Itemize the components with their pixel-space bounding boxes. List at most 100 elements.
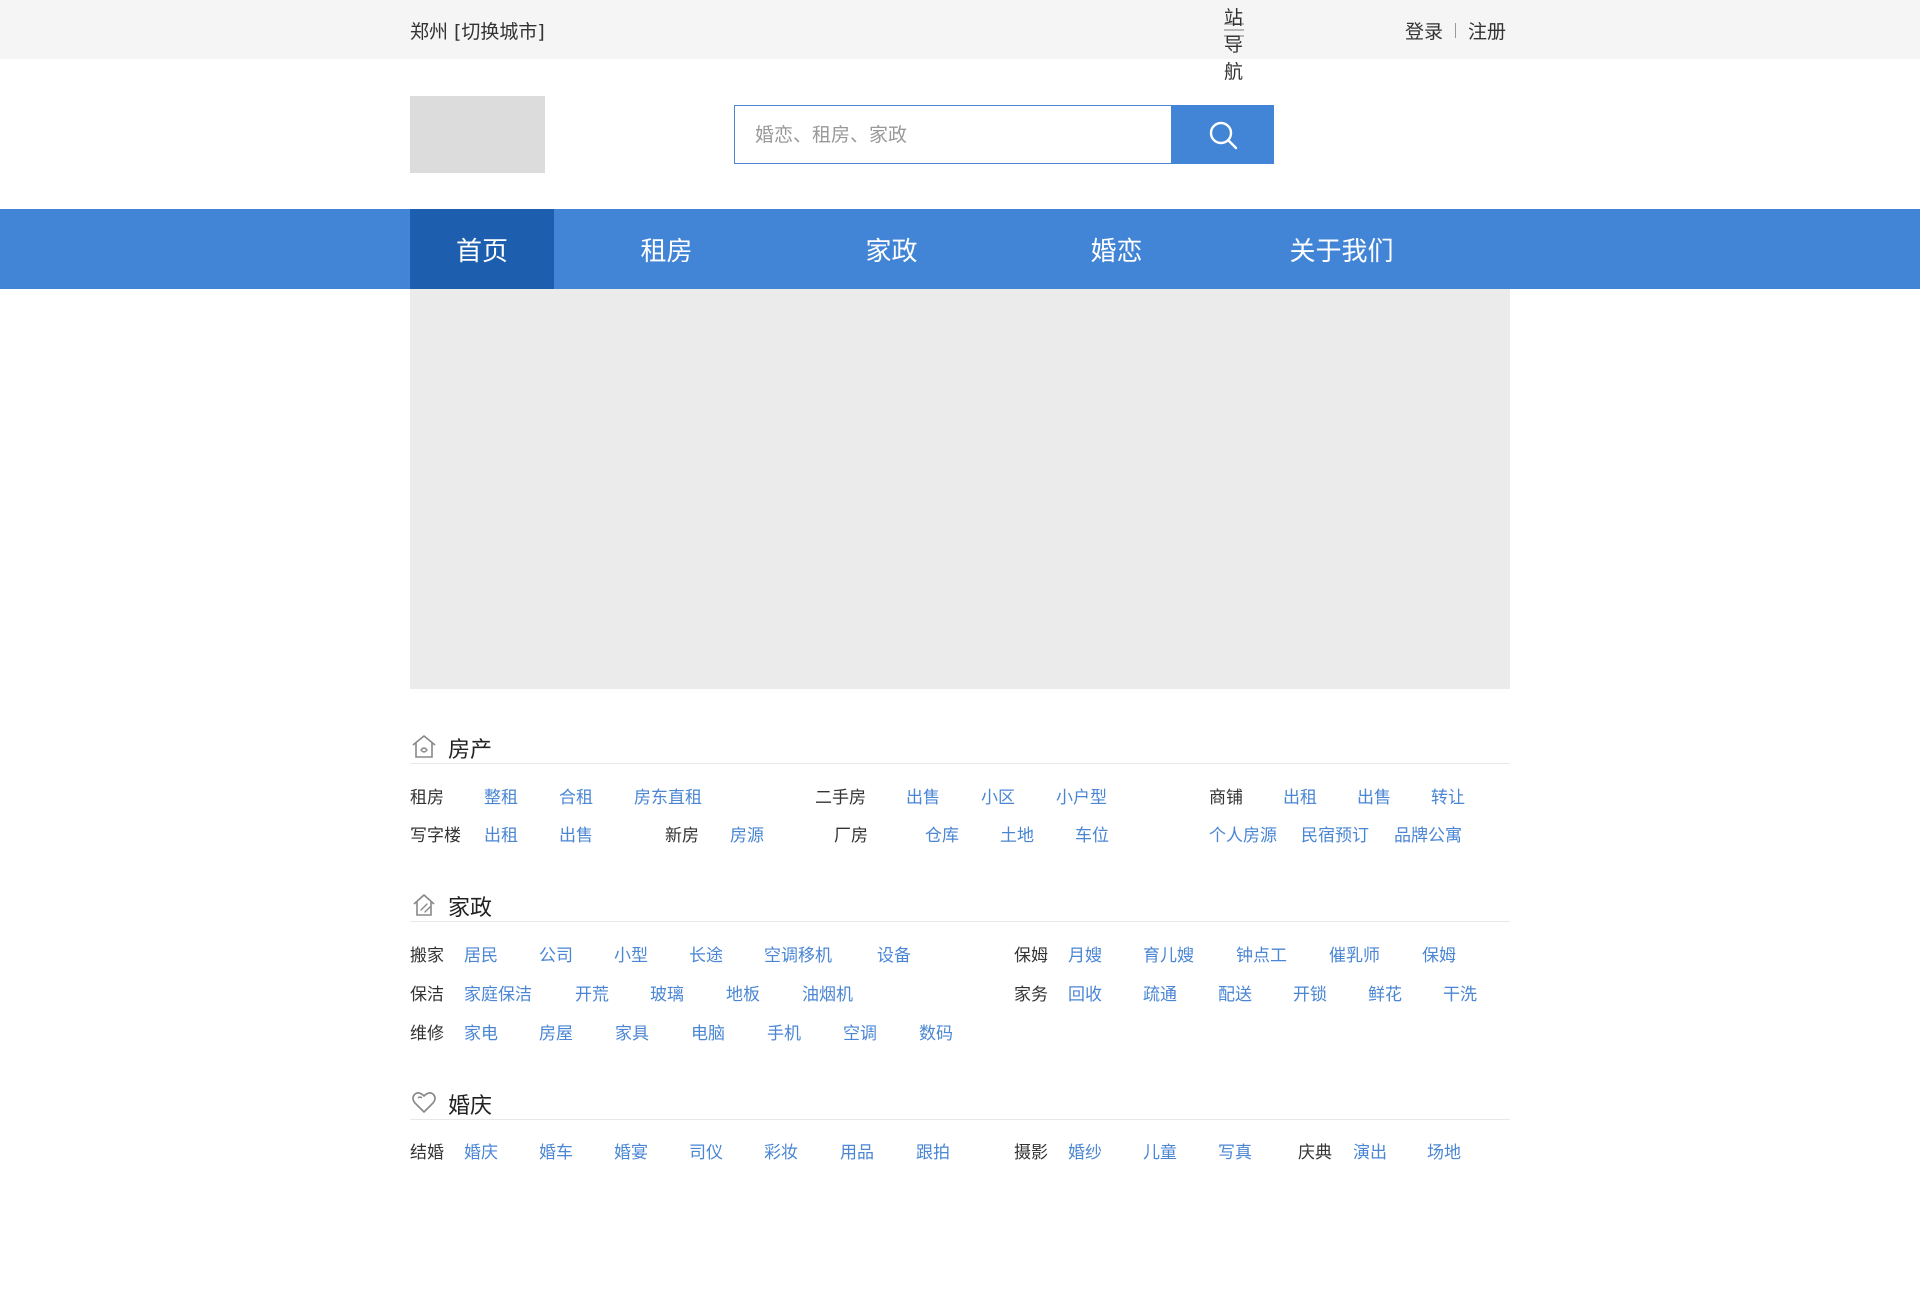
search-button[interactable] xyxy=(1171,105,1274,164)
link-company-moving[interactable]: 公司 xyxy=(539,941,573,966)
link-recycling[interactable]: 回收 xyxy=(1068,980,1102,1005)
link-hourly-worker[interactable]: 钟点工 xyxy=(1236,941,1287,966)
link-land[interactable]: 土地 xyxy=(1000,821,1034,846)
category-label: 保姆 xyxy=(1014,946,1048,966)
link-residential-moving[interactable]: 居民 xyxy=(464,941,498,966)
category-label: 摄影 xyxy=(1014,1143,1048,1163)
link-long-distance[interactable]: 长途 xyxy=(689,941,723,966)
link-shop-sale[interactable]: 出售 xyxy=(1357,783,1391,808)
search-icon xyxy=(1209,121,1237,149)
link-supplies[interactable]: 用品 xyxy=(840,1138,874,1163)
link-shared-rent[interactable]: 合租 xyxy=(559,783,593,808)
link-wedding-photo[interactable]: 婚纱 xyxy=(1068,1138,1102,1163)
nav-dating[interactable]: 婚恋 xyxy=(1004,209,1229,289)
link-delivery[interactable]: 配送 xyxy=(1218,980,1252,1005)
section-housekeeping: 家政 搬家 居民 公司 小型 长途 空调移机 设备 保姆 月嫂 育儿嫂 钟点工 … xyxy=(410,888,1510,1044)
link-furniture[interactable]: 家具 xyxy=(615,1019,649,1044)
housekeeping-icon xyxy=(413,894,435,916)
link-unclogging[interactable]: 疏通 xyxy=(1143,980,1177,1005)
link-brand-apartment[interactable]: 品牌公寓 xyxy=(1394,821,1462,846)
link-shop-rent[interactable]: 出租 xyxy=(1283,783,1317,808)
link-community[interactable]: 小区 xyxy=(981,783,1015,808)
search-input[interactable] xyxy=(734,105,1171,164)
link-phone[interactable]: 手机 xyxy=(767,1019,801,1044)
site-nav-menu[interactable]: 网站导航 xyxy=(1224,0,1253,83)
link-ac-relocation[interactable]: 空调移机 xyxy=(764,941,832,966)
link-secondhand-sale[interactable]: 出售 xyxy=(906,783,940,808)
link-new-listings[interactable]: 房源 xyxy=(730,821,764,846)
link-performance[interactable]: 演出 xyxy=(1353,1138,1387,1163)
link-warehouse[interactable]: 仓库 xyxy=(925,821,959,846)
link-house-repair[interactable]: 房屋 xyxy=(539,1019,573,1044)
link-small-moving[interactable]: 小型 xyxy=(614,941,648,966)
link-digital[interactable]: 数码 xyxy=(919,1019,953,1044)
search-bar xyxy=(734,105,1274,164)
category-label: 二手房 xyxy=(815,788,866,808)
link-landlord-rent[interactable]: 房东直租 xyxy=(634,783,702,808)
nav-about[interactable]: 关于我们 xyxy=(1229,209,1454,289)
nav-housekeeping[interactable]: 家政 xyxy=(779,209,1004,289)
link-deep-cleaning[interactable]: 开荒 xyxy=(575,980,609,1005)
link-flowers[interactable]: 鲜花 xyxy=(1368,980,1402,1005)
main-nav: 首页 租房 家政 婚恋 关于我们 xyxy=(0,209,1920,289)
site-nav-label: 网站导航 xyxy=(1224,0,1244,83)
category-label: 保洁 xyxy=(410,985,444,1005)
section-header: 房产 xyxy=(410,730,1510,764)
link-parking[interactable]: 车位 xyxy=(1075,821,1109,846)
top-bar: 郑州[切换城市] 网站导航 登录 注册 xyxy=(0,0,1920,83)
link-nanny[interactable]: 保姆 xyxy=(1422,941,1456,966)
link-air-conditioner[interactable]: 空调 xyxy=(843,1019,877,1044)
link-homestay[interactable]: 民宿预订 xyxy=(1301,821,1369,846)
section-wedding: 婚庆 结婚 婚庆 婚车 婚宴 司仪 彩妆 用品 跟拍 摄影 婚纱 儿童 写真 庆… xyxy=(410,1086,1510,1163)
link-office-sale[interactable]: 出售 xyxy=(559,821,593,846)
link-locksmith[interactable]: 开锁 xyxy=(1293,980,1327,1005)
link-wedding-banquet[interactable]: 婚宴 xyxy=(614,1138,648,1163)
link-maternity-nurse[interactable]: 月嫂 xyxy=(1068,941,1102,966)
link-dry-cleaning[interactable]: 干洗 xyxy=(1443,980,1477,1005)
link-venue[interactable]: 场地 xyxy=(1427,1138,1461,1163)
current-city: 郑州 xyxy=(410,21,449,43)
category-label: 写字楼 xyxy=(410,826,461,846)
link-children-photo[interactable]: 儿童 xyxy=(1143,1138,1177,1163)
link-home-cleaning[interactable]: 家庭保洁 xyxy=(464,980,532,1005)
link-range-hood[interactable]: 油烟机 xyxy=(802,980,853,1005)
link-lactation[interactable]: 催乳师 xyxy=(1329,941,1380,966)
site-logo[interactable] xyxy=(410,96,545,173)
category-label: 新房 xyxy=(665,826,699,846)
category-label: 庆典 xyxy=(1298,1143,1332,1163)
link-photo-follow[interactable]: 跟拍 xyxy=(916,1138,950,1163)
category-label: 租房 xyxy=(410,788,444,808)
link-emcee[interactable]: 司仪 xyxy=(689,1138,723,1163)
nav-rent[interactable]: 租房 xyxy=(554,209,779,289)
section-realestate: 房产 租房 整租 合租 房东直租 二手房 出售 小区 小户型 商铺 出租 出售 … xyxy=(410,730,1510,846)
link-computer[interactable]: 电脑 xyxy=(691,1019,725,1044)
link-whole-rent[interactable]: 整租 xyxy=(484,783,518,808)
category-label: 维修 xyxy=(410,1024,444,1044)
category-label: 搬家 xyxy=(410,946,444,966)
section-title: 房产 xyxy=(448,738,493,763)
link-makeup[interactable]: 彩妆 xyxy=(764,1138,798,1163)
link-shop-transfer[interactable]: 转让 xyxy=(1431,783,1465,808)
auth-links: 登录 注册 xyxy=(1405,17,1506,44)
link-wedding-planning[interactable]: 婚庆 xyxy=(464,1138,498,1163)
link-office-rent[interactable]: 出租 xyxy=(484,821,518,846)
section-title: 家政 xyxy=(448,896,493,921)
switch-city-link[interactable]: [切换城市] xyxy=(454,21,545,43)
link-floor[interactable]: 地板 xyxy=(726,980,760,1005)
link-portrait[interactable]: 写真 xyxy=(1218,1138,1252,1163)
link-personal-listings[interactable]: 个人房源 xyxy=(1209,821,1277,846)
city-selector: 郑州 [切换城市] xyxy=(410,17,545,44)
link-wedding-car[interactable]: 婚车 xyxy=(539,1138,573,1163)
link-equipment[interactable]: 设备 xyxy=(877,941,911,966)
link-glass[interactable]: 玻璃 xyxy=(650,980,684,1005)
category-label: 结婚 xyxy=(410,1143,444,1163)
register-link[interactable]: 注册 xyxy=(1468,17,1506,44)
link-child-nanny[interactable]: 育儿嫂 xyxy=(1143,941,1194,966)
section-header: 婚庆 xyxy=(410,1086,1510,1120)
banner-placeholder[interactable] xyxy=(410,289,1510,689)
link-small-unit[interactable]: 小户型 xyxy=(1056,783,1107,808)
login-link[interactable]: 登录 xyxy=(1405,17,1443,44)
nav-home[interactable]: 首页 xyxy=(410,209,554,289)
link-appliances[interactable]: 家电 xyxy=(464,1019,498,1044)
section-title: 婚庆 xyxy=(448,1094,493,1119)
